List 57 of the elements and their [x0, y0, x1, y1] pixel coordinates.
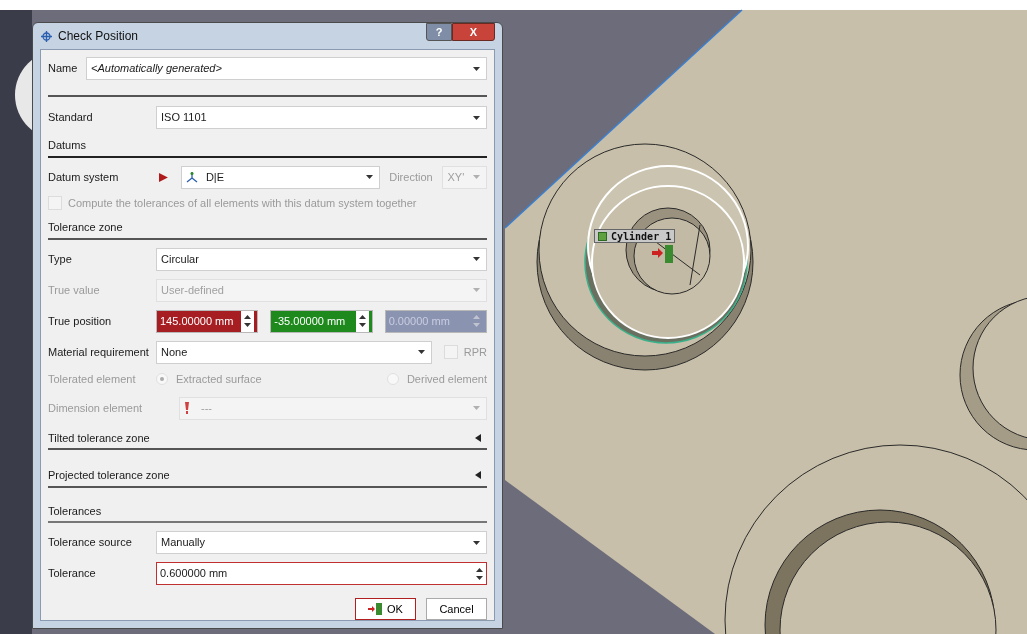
- field-label: Standard: [48, 110, 94, 126]
- cancel-button[interactable]: Cancel: [426, 598, 487, 620]
- dropdown-caret-icon: [418, 350, 425, 355]
- exclamation-icon: [185, 402, 189, 414]
- field-label: Datum system: [48, 169, 120, 185]
- enter-door-icon: [368, 603, 383, 615]
- field-label: Material requirement: [48, 345, 150, 361]
- dropdown-caret-icon: [473, 288, 480, 293]
- dropdown-caret-icon: [473, 115, 480, 120]
- feature-label: Cylinder 1: [594, 229, 676, 243]
- field-label: Tolerance source: [48, 535, 133, 551]
- field-label: True position: [48, 314, 113, 330]
- spinner-arrows-icon: [473, 314, 480, 329]
- dropdown-field[interactable]: Circular: [156, 247, 487, 271]
- field-label: Type: [48, 252, 73, 268]
- window-title: Check Position: [58, 28, 140, 45]
- field-label: Direction: [389, 169, 434, 185]
- pointer-arrow-icon: [159, 172, 168, 182]
- spin-field[interactable]: 145.00000 mm: [156, 309, 259, 333]
- expand-arrow-icon[interactable]: [475, 433, 481, 442]
- dropdown-field[interactable]: Manually: [156, 531, 487, 554]
- datum-axes-icon: [185, 171, 198, 183]
- dropdown-caret-icon: [473, 406, 480, 410]
- section-heading: Tilted tolerance zone: [48, 430, 150, 446]
- dropdown-caret-icon: [366, 175, 374, 179]
- section-heading: Tolerance zone: [48, 220, 123, 236]
- dropdown-caret-icon: [473, 66, 480, 71]
- field-label: Tolerated element: [48, 371, 137, 387]
- dropdown-field[interactable]: ISO 1101: [156, 106, 487, 129]
- section-heading: Projected tolerance zone: [48, 468, 170, 483]
- radio-label: Derived element: [406, 371, 487, 387]
- crosshair-icon: [41, 30, 52, 42]
- spinner-arrows-icon: [476, 566, 483, 581]
- field-label: True value: [48, 283, 101, 299]
- dropdown-field[interactable]: None: [156, 340, 432, 364]
- cylinder-icon: [598, 231, 607, 241]
- expand-arrow-icon[interactable]: [475, 471, 481, 480]
- field-label: Tolerance: [48, 566, 97, 582]
- section-heading: Datums: [48, 138, 86, 153]
- field-label: Name: [48, 61, 79, 77]
- ok-button[interactable]: OK: [355, 598, 416, 620]
- entry-arrow-icon: [652, 245, 674, 263]
- dropdown-field[interactable]: D|E: [180, 165, 381, 189]
- close-button[interactable]: X: [452, 23, 495, 41]
- dropdown-caret-icon: [473, 175, 480, 179]
- dropdown-field[interactable]: <Automatically generated>: [86, 57, 487, 80]
- spin-field[interactable]: 0.600000 mm: [156, 562, 487, 585]
- field-label: Dimension element: [48, 400, 144, 416]
- dropdown-caret-icon: [473, 257, 480, 262]
- dropdown-caret-icon: [473, 540, 480, 545]
- radio-label: Extracted surface: [176, 371, 262, 387]
- checkbox-label: Compute the tolerances of all elements with this datum system together: [68, 195, 417, 211]
- spinner-arrows-icon: [244, 314, 252, 329]
- spin-field[interactable]: -35.00000 mm: [270, 309, 373, 333]
- spinner-arrows-icon: [358, 314, 366, 329]
- section-heading: Tolerances: [48, 503, 102, 519]
- checkbox-label: RPR: [463, 345, 487, 361]
